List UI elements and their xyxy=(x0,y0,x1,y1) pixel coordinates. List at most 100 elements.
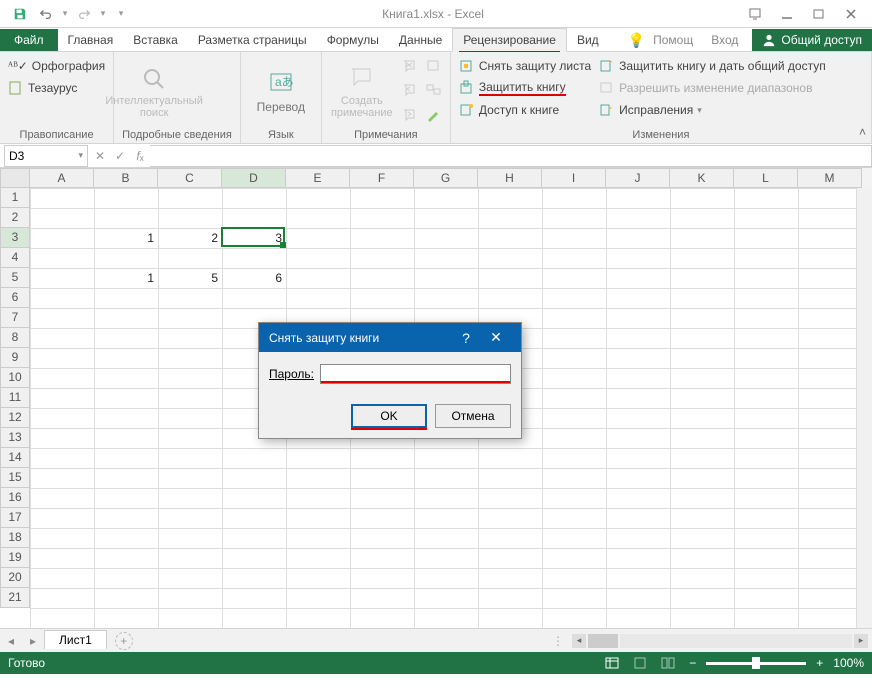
row-header[interactable]: 11 xyxy=(0,388,30,408)
tell-me-input[interactable]: Помощ xyxy=(649,29,697,51)
sheet-nav-next-icon[interactable]: ▸ xyxy=(24,632,42,650)
sheet-tab[interactable]: Лист1 xyxy=(44,630,107,649)
row-header[interactable]: 8 xyxy=(0,328,30,348)
maximize-icon[interactable] xyxy=(804,3,834,25)
close-icon[interactable] xyxy=(836,3,866,25)
row-header[interactable]: 14 xyxy=(0,448,30,468)
scroll-left-icon[interactable]: ◂ xyxy=(572,634,586,648)
tab-formulas[interactable]: Формулы xyxy=(317,29,389,51)
qat-customize-icon[interactable]: ▾ xyxy=(116,8,126,19)
column-header[interactable]: A xyxy=(30,168,94,188)
tab-view[interactable]: Вид xyxy=(567,29,609,51)
row-header[interactable]: 7 xyxy=(0,308,30,328)
row-header[interactable]: 6 xyxy=(0,288,30,308)
row-header[interactable]: 21 xyxy=(0,588,30,608)
smart-lookup-button[interactable]: Интеллектуальный поиск xyxy=(122,56,186,127)
row-header[interactable]: 18 xyxy=(0,528,30,548)
collapse-ribbon-icon[interactable]: ˄ xyxy=(859,125,866,139)
zoom-in-button[interactable]: + xyxy=(812,656,827,670)
tab-review[interactable]: Рецензирование xyxy=(452,28,567,52)
cancel-button[interactable]: Отмена xyxy=(435,404,511,428)
protect-and-share-button[interactable]: Защитить книгу и дать общий доступ xyxy=(599,56,826,76)
spelling-button[interactable]: ᴬᴮ✓Орфография xyxy=(8,56,105,76)
cell[interactable]: 1 xyxy=(94,228,158,248)
horizontal-scrollbar[interactable]: ◂ ▸ xyxy=(572,634,872,648)
column-header[interactable]: D xyxy=(222,168,286,188)
row-header[interactable]: 20 xyxy=(0,568,30,588)
fx-icon[interactable]: fₓ xyxy=(130,146,150,166)
tab-insert[interactable]: Вставка xyxy=(123,29,188,51)
sheet-nav-prev-icon[interactable]: ◂ xyxy=(2,632,20,650)
column-header[interactable]: E xyxy=(286,168,350,188)
dialog-help-icon[interactable]: ? xyxy=(451,330,481,346)
column-header[interactable]: B xyxy=(94,168,158,188)
column-header[interactable]: L xyxy=(734,168,798,188)
tab-file[interactable]: Файл xyxy=(0,29,58,51)
column-header[interactable]: F xyxy=(350,168,414,188)
row-header[interactable]: 10 xyxy=(0,368,30,388)
row-header[interactable]: 3 xyxy=(0,228,30,248)
ribbon-options-icon[interactable] xyxy=(740,3,770,25)
select-all-corner[interactable] xyxy=(0,168,30,188)
redo-icon[interactable] xyxy=(72,3,96,25)
column-header[interactable]: J xyxy=(606,168,670,188)
undo-icon[interactable] xyxy=(34,3,58,25)
unprotect-sheet-button[interactable]: Снять защиту листа xyxy=(459,56,591,76)
tab-data[interactable]: Данные xyxy=(389,29,452,51)
enter-formula-icon[interactable]: ✓ xyxy=(110,146,130,166)
name-box[interactable]: D3▾ xyxy=(4,145,88,167)
row-header[interactable]: 19 xyxy=(0,548,30,568)
zoom-level[interactable]: 100% xyxy=(833,656,864,670)
ok-button[interactable]: OK xyxy=(351,404,427,428)
track-changes-button[interactable]: Исправления ▾ xyxy=(599,100,826,120)
page-break-view-icon[interactable] xyxy=(657,654,679,672)
cancel-formula-icon[interactable]: ✕ xyxy=(90,146,110,166)
add-sheet-button[interactable]: + xyxy=(115,632,133,650)
tab-layout[interactable]: Разметка страницы xyxy=(188,29,317,51)
row-header[interactable]: 17 xyxy=(0,508,30,528)
share-workbook-button[interactable]: Доступ к книге xyxy=(459,100,591,120)
column-header[interactable]: M xyxy=(798,168,862,188)
column-header[interactable]: I xyxy=(542,168,606,188)
formula-input[interactable] xyxy=(150,145,872,167)
vertical-scrollbar[interactable] xyxy=(856,188,872,628)
dialog-titlebar[interactable]: Снять защиту книги ? ✕ xyxy=(259,323,521,352)
column-header[interactable]: H xyxy=(478,168,542,188)
share-button[interactable]: Общий доступ xyxy=(752,29,872,51)
protect-workbook-button[interactable]: Защитить книгу xyxy=(459,78,591,98)
scroll-right-icon[interactable]: ▸ xyxy=(854,634,868,648)
column-header[interactable]: G xyxy=(414,168,478,188)
row-header[interactable]: 15 xyxy=(0,468,30,488)
password-input[interactable] xyxy=(320,364,511,384)
new-comment-button[interactable]: Создать примечание xyxy=(330,56,394,127)
dropdown-icon[interactable]: ▾ xyxy=(78,150,83,161)
dialog-close-icon[interactable]: ✕ xyxy=(481,329,511,346)
row-header[interactable]: 16 xyxy=(0,488,30,508)
tell-me-icon[interactable]: 💡 xyxy=(628,32,645,49)
cell[interactable]: 6 xyxy=(222,268,286,288)
column-header[interactable]: K xyxy=(670,168,734,188)
normal-view-icon[interactable] xyxy=(601,654,623,672)
minimize-icon[interactable] xyxy=(772,3,802,25)
thesaurus-button[interactable]: Тезаурус xyxy=(8,78,105,98)
signin-link[interactable]: Вход xyxy=(701,29,748,51)
row-header[interactable]: 13 xyxy=(0,428,30,448)
cell[interactable]: 1 xyxy=(94,268,158,288)
dropdown-icon[interactable]: ▾ xyxy=(98,8,108,19)
row-header[interactable]: 9 xyxy=(0,348,30,368)
column-header[interactable]: C xyxy=(158,168,222,188)
zoom-slider[interactable] xyxy=(706,662,806,665)
row-header[interactable]: 5 xyxy=(0,268,30,288)
zoom-out-button[interactable]: − xyxy=(685,656,700,670)
page-layout-view-icon[interactable] xyxy=(629,654,651,672)
row-header[interactable]: 1 xyxy=(0,188,30,208)
dropdown-icon[interactable]: ▾ xyxy=(60,8,70,19)
row-header[interactable]: 2 xyxy=(0,208,30,228)
save-icon[interactable] xyxy=(8,3,32,25)
tab-home[interactable]: Главная xyxy=(58,29,124,51)
cell[interactable]: 5 xyxy=(158,268,222,288)
row-header[interactable]: 12 xyxy=(0,408,30,428)
translate-button[interactable]: aあПеревод xyxy=(249,56,313,127)
cell[interactable]: 3 xyxy=(222,228,286,248)
cell[interactable]: 2 xyxy=(158,228,222,248)
